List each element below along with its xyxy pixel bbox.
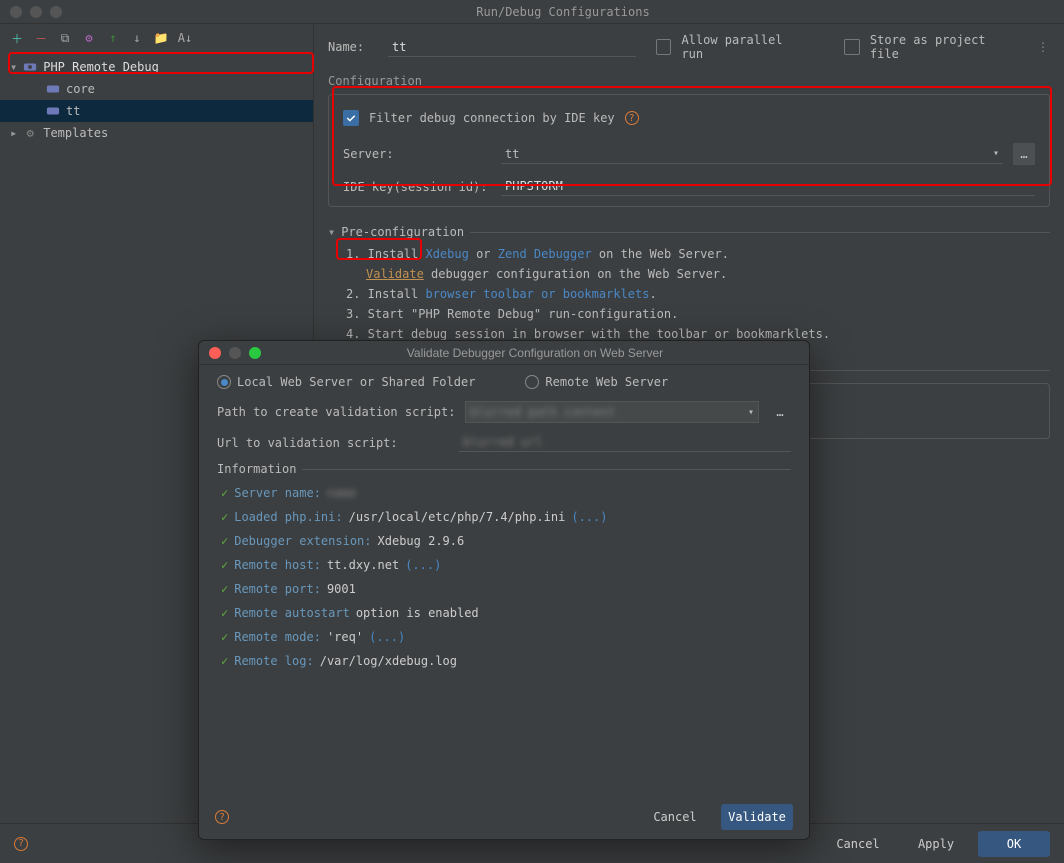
sort-icon[interactable]: A↓: [178, 31, 192, 45]
traffic-max-icon[interactable]: [50, 6, 62, 18]
php-icon: [46, 82, 60, 96]
chevron-down-icon: ▾: [748, 407, 754, 418]
name-input[interactable]: [388, 38, 636, 57]
modal-max-icon[interactable]: [249, 347, 261, 359]
validate-link[interactable]: Validate: [366, 267, 424, 281]
preconfig-header: Pre-configuration: [341, 225, 464, 239]
main-help-icon[interactable]: ?: [14, 837, 28, 851]
path-browse-button[interactable]: …: [769, 401, 791, 423]
modal-validate-button[interactable]: Validate: [721, 804, 793, 830]
check-icon: ✓: [221, 510, 228, 524]
allow-parallel-label: Allow parallel run: [681, 33, 810, 61]
main-ok-button[interactable]: OK: [978, 831, 1050, 857]
step1-prefix: 1. Install: [346, 247, 425, 261]
info-remote-port: ✓Remote port:9001: [221, 582, 791, 596]
copy-icon[interactable]: ⧉: [58, 31, 72, 45]
info-remote-host: ✓Remote host:tt.dxy.net(...): [221, 558, 791, 572]
info-server-name: ✓Server name:name: [221, 486, 791, 500]
folder-icon[interactable]: 📁: [154, 31, 168, 45]
check-icon: ✓: [221, 654, 228, 668]
templates-label: Templates: [43, 126, 108, 140]
remove-icon[interactable]: －: [34, 31, 48, 45]
modal-close-icon[interactable]: [209, 347, 221, 359]
path-input[interactable]: blurred path content▾: [465, 401, 759, 423]
chevron-down-icon[interactable]: ▾: [328, 225, 335, 239]
server-value: tt: [505, 147, 519, 161]
arrow-up-icon[interactable]: ↑: [106, 31, 120, 45]
radio-icon: [525, 375, 539, 389]
traffic-close-icon[interactable]: [10, 6, 22, 18]
server-label: Server:: [343, 147, 491, 161]
check-icon: ✓: [221, 534, 228, 548]
allow-parallel-checkbox[interactable]: [656, 39, 672, 55]
config-item-label: core: [66, 82, 95, 96]
filter-ide-key-label: Filter debug connection by IDE key: [369, 111, 615, 125]
toolbar-link[interactable]: browser toolbar or bookmarklets: [425, 287, 649, 301]
radio-remote-option[interactable]: Remote Web Server: [525, 375, 668, 389]
config-item-tt[interactable]: tt: [0, 100, 313, 122]
check-icon: ✓: [221, 558, 228, 572]
store-project-checkbox[interactable]: [844, 39, 860, 55]
php-icon: [23, 60, 37, 74]
chevron-right-icon[interactable]: ▸: [10, 126, 17, 140]
info-remote-log: ✓Remote log:/var/log/xdebug.log: [221, 654, 791, 668]
store-project-label: Store as project file: [870, 33, 1020, 61]
zend-link[interactable]: Zend Debugger: [498, 247, 592, 261]
check-icon: ✓: [221, 486, 228, 500]
chevron-down-icon: ▾: [993, 148, 999, 159]
window-title: Run/Debug Configurations: [62, 5, 1064, 19]
filter-ide-key-checkbox[interactable]: [343, 110, 359, 126]
modal-title: Validate Debugger Configuration on Web S…: [261, 346, 809, 360]
gear-save-icon[interactable]: ⚙: [82, 31, 96, 45]
check-icon: ✓: [221, 606, 228, 620]
info-header: Information: [217, 462, 296, 476]
config-item-core[interactable]: core: [0, 78, 313, 100]
server-browse-button[interactable]: …: [1013, 143, 1035, 165]
radio-icon: [217, 375, 231, 389]
step3-text: 3. Start "PHP Remote Debug" run-configur…: [346, 307, 1050, 321]
radio-local-option[interactable]: Local Web Server or Shared Folder: [217, 375, 475, 389]
info-ext: ✓Debugger extension:Xdebug 2.9.6: [221, 534, 791, 548]
add-icon[interactable]: ＋: [10, 31, 24, 45]
name-label: Name:: [328, 40, 378, 54]
info-remote-mode: ✓Remote mode:'req'(...): [221, 630, 791, 644]
ide-key-input[interactable]: [501, 177, 1035, 196]
ide-key-label: IDE key(session id):: [343, 180, 491, 194]
info-phpini: ✓Loaded php.ini:/usr/local/etc/php/7.4/p…: [221, 510, 791, 524]
main-apply-button[interactable]: Apply: [900, 831, 972, 857]
check-icon: ✓: [221, 582, 228, 596]
xdebug-link[interactable]: Xdebug: [425, 247, 468, 261]
category-label: PHP Remote Debug: [43, 60, 159, 74]
category-php-remote-debug[interactable]: ▾ PHP Remote Debug: [0, 56, 313, 78]
configuration-header: Configuration: [328, 74, 1050, 88]
main-cancel-button[interactable]: Cancel: [822, 831, 894, 857]
server-dropdown[interactable]: tt ▾: [501, 145, 1003, 164]
php-icon: [46, 104, 60, 118]
help-icon[interactable]: ?: [625, 111, 639, 125]
config-item-label: tt: [66, 104, 80, 118]
modal-cancel-button[interactable]: Cancel: [639, 804, 711, 830]
modal-min-icon[interactable]: [229, 347, 241, 359]
traffic-min-icon[interactable]: [30, 6, 42, 18]
path-label: Path to create validation script:: [217, 405, 455, 419]
chevron-down-icon[interactable]: ▾: [10, 60, 17, 74]
url-label: Url to validation script:: [217, 436, 449, 450]
step4-text: 4. Start debug session in browser with t…: [346, 327, 1050, 341]
modal-help-icon[interactable]: ?: [215, 810, 229, 824]
url-input[interactable]: blurred url: [459, 433, 791, 452]
category-templates[interactable]: ▸ ⚙ Templates: [0, 122, 313, 144]
arrow-down-icon[interactable]: ↓: [130, 31, 144, 45]
kebab-menu-icon[interactable]: ⋮: [1036, 40, 1050, 54]
check-icon: ✓: [221, 630, 228, 644]
gear-icon: ⚙: [23, 126, 37, 140]
info-remote-autostart: ✓Remote autostartoption is enabled: [221, 606, 791, 620]
